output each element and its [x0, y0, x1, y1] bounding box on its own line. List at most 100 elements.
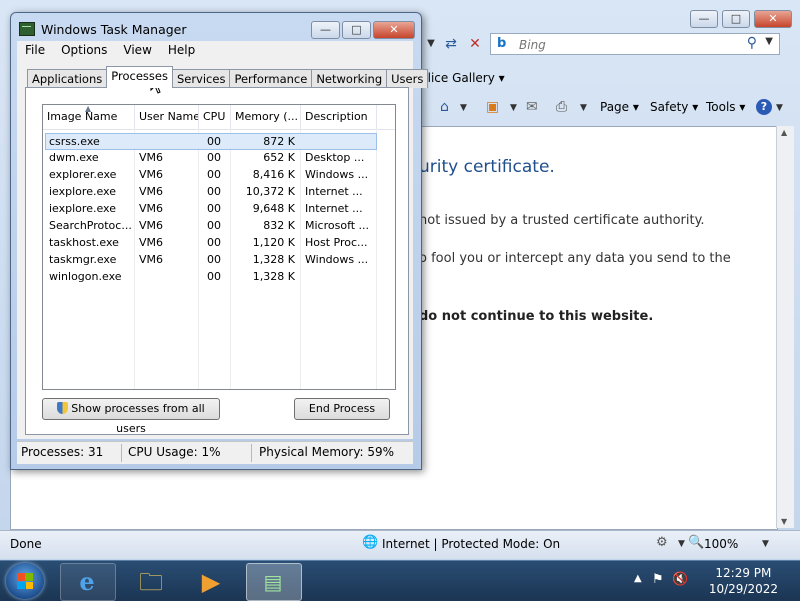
ie-close-button[interactable]: ✕ — [754, 10, 792, 28]
tab-processes[interactable]: Processes — [106, 66, 173, 88]
taskbar-task-manager[interactable]: ▤ — [246, 563, 302, 601]
favorite-slice-gallery[interactable]: Slice Gallery ▾ — [420, 71, 505, 85]
status-done: Done — [10, 537, 42, 551]
protection-icon[interactable]: ⚙ — [656, 535, 668, 550]
scroll-up-icon[interactable]: ▲ — [781, 128, 787, 137]
menu-file[interactable]: File — [17, 41, 53, 61]
tools-menu-label: Tools — [706, 100, 736, 114]
taskbar: e 🗀 ▶ ▤ ▲ ⚑ 🔇 12:29 PM 10/29/2022 — [0, 560, 800, 601]
cell-cpu: 00 — [207, 168, 221, 181]
uac-shield-icon — [57, 402, 69, 414]
tm-maximize-button[interactable]: □ — [342, 21, 371, 39]
column-memory[interactable]: Memory (... — [231, 105, 301, 129]
stop-icon[interactable]: ✕ — [464, 33, 486, 55]
page-scrollbar[interactable]: ▲ ▼ — [776, 126, 794, 528]
cell-memory: 1,120 K — [252, 236, 295, 249]
column-image-name-label: Image Name — [47, 110, 118, 123]
tab-applications[interactable]: Applications — [27, 69, 108, 88]
scroll-down-icon[interactable]: ▼ — [781, 517, 787, 526]
table-row[interactable]: winlogon.exe 00 1,328 K — [43, 269, 395, 286]
cell-cpu: 00 — [207, 151, 221, 164]
tab-users[interactable]: Users — [386, 69, 429, 88]
sort-arrow-icon: ▲ — [85, 105, 92, 113]
tm-minimize-button[interactable]: — — [311, 21, 340, 39]
menu-options[interactable]: Options — [53, 41, 115, 61]
taskbar-media-player[interactable]: ▶ — [184, 563, 240, 601]
table-row[interactable]: iexplore.exe VM6 00 9,648 K Internet ... — [43, 201, 395, 218]
column-description[interactable]: Description — [301, 105, 377, 129]
mail-icon[interactable]: ✉ — [526, 99, 538, 115]
cell-desc: Internet ... — [305, 185, 363, 198]
show-hidden-icons-icon[interactable]: ▲ — [634, 573, 642, 584]
search-input[interactable] — [517, 36, 741, 54]
search-options-icon[interactable]: ▼ — [765, 36, 773, 47]
cell-user: VM6 — [139, 253, 164, 266]
task-manager-titlebar[interactable]: Windows Task Manager — [19, 20, 187, 38]
table-row[interactable]: taskmgr.exe VM6 00 1,328 K Windows ... — [43, 252, 395, 269]
print-icon[interactable]: ⎙ — [556, 99, 567, 115]
cell-cpu: 00 — [207, 219, 221, 232]
action-center-icon[interactable]: ⚑ — [652, 572, 664, 587]
address-dropdown-icon[interactable]: ▼ — [420, 33, 442, 55]
tm-close-button[interactable]: ✕ — [373, 21, 415, 39]
volume-muted-icon[interactable]: 🔇 — [672, 572, 688, 587]
page-menu-label: Page — [600, 100, 630, 114]
tm-caption-buttons: — □ ✕ — [311, 21, 415, 39]
taskbar-internet-explorer[interactable]: e — [60, 563, 116, 601]
status-zone[interactable]: Internet | Protected Mode: On — [382, 537, 560, 551]
feeds-dropdown-icon[interactable]: ▼ — [510, 103, 517, 113]
table-row[interactable]: csrss.exe 00 872 K — [45, 133, 377, 150]
zoom-icon[interactable]: 🔍 — [688, 535, 704, 550]
home-icon[interactable]: ⌂ — [440, 99, 449, 115]
protection-dropdown-icon[interactable]: ▼ — [678, 539, 685, 549]
home-dropdown-icon[interactable]: ▼ — [460, 103, 467, 113]
cell-cpu: 00 — [207, 202, 221, 215]
menu-help[interactable]: Help — [160, 41, 203, 61]
ie-minimize-button[interactable]: — — [690, 10, 718, 28]
column-image-name[interactable]: ▲ Image Name — [43, 105, 135, 129]
tab-services[interactable]: Services — [171, 69, 231, 88]
cell-image: SearchProtoc... — [49, 219, 132, 232]
tm-body: Applications Processes Services Performa… — [17, 61, 429, 439]
print-dropdown-icon[interactable]: ▼ — [580, 103, 587, 113]
processes-panel: ▲ Image Name User Name CPU Memory (... D… — [25, 87, 409, 435]
help-icon[interactable]: ? — [756, 99, 772, 115]
menu-view[interactable]: View — [115, 41, 159, 61]
safety-menu[interactable]: Safety ▾ — [650, 100, 698, 114]
table-row[interactable]: iexplore.exe VM6 00 10,372 K Internet ... — [43, 184, 395, 201]
cell-image: dwm.exe — [49, 151, 99, 164]
ie-address-row: ▼ ⇄ ✕ b ⚲ ▼ — [420, 33, 780, 57]
feeds-icon[interactable]: ▣ — [486, 99, 499, 115]
cert-error-line-2: o fool you or intercept any data you sen… — [419, 251, 731, 266]
column-cpu[interactable]: CPU — [199, 105, 231, 129]
status-zoom[interactable]: 100% — [704, 537, 738, 551]
table-row[interactable]: dwm.exe VM6 00 652 K Desktop ... — [43, 150, 395, 167]
table-row[interactable]: SearchProtoc... VM6 00 832 K Microsoft ... — [43, 218, 395, 235]
ie-maximize-button[interactable]: □ — [722, 10, 750, 28]
tools-menu[interactable]: Tools ▾ — [706, 100, 745, 114]
end-process-button[interactable]: End Process — [294, 398, 390, 420]
clock[interactable]: 12:29 PM 10/29/2022 — [709, 565, 778, 597]
column-user-name[interactable]: User Name — [135, 105, 199, 129]
help-dropdown-icon[interactable]: ▼ — [776, 103, 783, 113]
cell-image: winlogon.exe — [49, 270, 122, 283]
table-row[interactable]: explorer.exe VM6 00 8,416 K Windows ... — [43, 167, 395, 184]
search-box[interactable]: b ⚲ ▼ — [490, 33, 780, 55]
zoom-dropdown-icon[interactable]: ▼ — [762, 539, 769, 549]
task-manager-window: Windows Task Manager — □ ✕ File Options … — [10, 12, 429, 470]
show-all-users-button[interactable]: Show processes from all users — [42, 398, 220, 435]
cell-image: csrss.exe — [49, 135, 100, 148]
refresh-icon[interactable]: ⇄ — [440, 33, 462, 55]
search-icon[interactable]: ⚲ — [747, 35, 757, 51]
tab-performance[interactable]: Performance — [229, 69, 313, 88]
cell-image: iexplore.exe — [49, 185, 116, 198]
clock-time: 12:29 PM — [715, 566, 772, 580]
cell-image: taskhost.exe — [49, 236, 119, 249]
show-all-users-label: Show processes from all users — [71, 402, 205, 435]
tab-networking[interactable]: Networking — [311, 69, 388, 88]
taskbar-explorer[interactable]: 🗀 — [124, 563, 180, 601]
process-list[interactable]: ▲ Image Name User Name CPU Memory (... D… — [42, 104, 396, 390]
table-row[interactable]: taskhost.exe VM6 00 1,120 K Host Proc... — [43, 235, 395, 252]
page-menu[interactable]: Page ▾ — [600, 100, 639, 114]
start-button[interactable] — [6, 563, 44, 599]
